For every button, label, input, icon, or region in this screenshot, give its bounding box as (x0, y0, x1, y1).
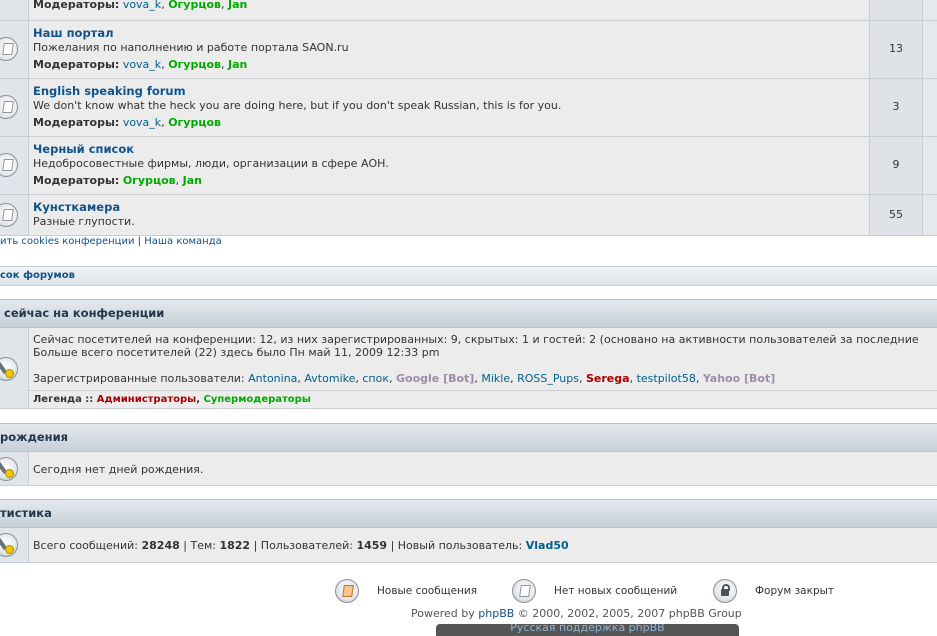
forum-row: Наш портал Пожелания по наполнению и раб… (0, 21, 937, 79)
statistics-icon (0, 533, 18, 557)
topic-count: 55 (889, 208, 903, 221)
board-links: ить cookies конференции | Наша команда (0, 236, 222, 247)
birthdays-panel: Сегодня нет дней рождения. (0, 452, 937, 486)
forum-locked-label: Форум закрыт (755, 585, 835, 597)
user-link[interactable]: Avtomike (304, 372, 355, 385)
newest-user-link[interactable]: Vlad50 (526, 539, 569, 552)
forum-row: Черный список Недобросовестные фирмы, лю… (0, 137, 937, 195)
forum-read-icon (0, 37, 18, 61)
moderator-link[interactable]: Jan (228, 0, 247, 11)
whos-online-icon (0, 357, 18, 381)
user-link[interactable]: спок (362, 372, 389, 385)
forum-list-bar: сок форумов (0, 266, 937, 286)
forum-description: Пожелания по наполнению и работе портала… (33, 41, 349, 54)
forum-moderators: Модераторы: vova_k, Огурцов (33, 116, 222, 129)
forum-moderators: Модераторы: vova_k, Огурцов, Jan (33, 58, 248, 71)
phpbb-link[interactable]: phpBB (478, 607, 514, 620)
forum-title-link[interactable]: Черный список (33, 142, 867, 156)
total-posts: 28248 (141, 539, 180, 552)
topic-count: 9 (892, 158, 900, 171)
forum-moderators: Модераторы: vova_k, Огурцов, Jan (33, 0, 248, 11)
online-legend: Легенда :: Администраторы, Супермодерато… (33, 394, 311, 405)
forum-title-link[interactable]: Наш портал (33, 26, 867, 40)
moderator-link[interactable]: Jan (183, 174, 202, 187)
forum-list-link[interactable]: сок форумов (0, 270, 75, 281)
user-link[interactable]: Serega (586, 372, 630, 385)
forum-description: We don't know what the heck you are doin… (33, 99, 562, 112)
topic-count: 3 (892, 100, 900, 113)
no-new-posts-label: Нет новых сообщений (554, 585, 678, 597)
moderator-link[interactable]: vova_k (123, 0, 161, 11)
forum-read-icon (0, 153, 18, 177)
user-link[interactable]: Google [Bot] (396, 372, 474, 385)
registered-users-line: Зарегистрированные пользователи: Antonin… (33, 372, 776, 385)
new-posts-label: Новые сообщения (377, 585, 478, 597)
moderator-link[interactable]: Огурцов (168, 116, 221, 129)
forum-title-link[interactable]: Кунсткамера (33, 200, 867, 214)
forum-description: Недобросовестные фирмы, люди, организаци… (33, 157, 389, 170)
topic-count: 13 (889, 42, 903, 55)
moderator-link[interactable]: Огурцов (168, 0, 221, 11)
total-users: 1459 (356, 539, 388, 552)
online-panel: Сейчас посетителей на конференции: 12, и… (0, 328, 937, 409)
user-link[interactable]: Yahoo [Bot] (703, 372, 775, 385)
moderator-link[interactable]: Огурцов (168, 58, 221, 71)
no-new-posts-icon (512, 579, 536, 603)
moderator-link[interactable]: Jan (228, 58, 247, 71)
user-link[interactable]: Antonina (248, 372, 297, 385)
forum-row: Модераторы: vova_k, Огурцов, Jan (0, 0, 937, 21)
user-link[interactable]: ROSS_Pups (517, 372, 579, 385)
our-team-link[interactable]: Наша команда (144, 236, 222, 247)
forum-locked-icon (713, 579, 737, 603)
stats-text: Всего сообщений: 28248 | Тем: 1822 | Пол… (33, 539, 569, 552)
forum-moderators: Модераторы: Огурцов, Jan (33, 174, 202, 187)
user-link[interactable]: testpilot58 (637, 372, 696, 385)
birthday-icon (0, 457, 18, 481)
forum-description: Разные глупости. (33, 215, 135, 228)
forum-row: Кунсткамера Разные глупости. 55 (0, 195, 937, 236)
new-posts-icon (335, 579, 359, 603)
russian-support-link[interactable]: Русская поддержка phpBB (436, 624, 739, 634)
moderator-link[interactable]: Огурцов (123, 174, 176, 187)
footer-legend: Новые сообщения Нет новых сообщений Фору… (0, 578, 937, 606)
online-stats-text: Сейчас посетителей на конференции: 12, и… (33, 333, 919, 359)
delete-cookies-link[interactable]: ить cookies конференции (0, 236, 134, 247)
stats-panel: Всего сообщений: 28248 | Тем: 1822 | Пол… (0, 528, 937, 563)
user-link[interactable]: Mikle (481, 372, 510, 385)
legend-admins: Администраторы (96, 394, 197, 405)
birthdays-text: Сегодня нет дней рождения. (33, 463, 204, 476)
moderator-link[interactable]: vova_k (123, 58, 161, 71)
legend-supermods: Супермодераторы (203, 394, 311, 405)
powered-by: Powered by phpBB © 2000, 2002, 2005, 200… (411, 607, 742, 620)
forum-icon-cell (0, 0, 29, 20)
forum-row: English speaking forum We don't know wha… (0, 79, 937, 137)
stats-heading: тистика (0, 499, 937, 528)
forum-read-icon (0, 95, 18, 119)
online-heading: сейчас на конференции (0, 299, 937, 328)
birthdays-heading: рождения (0, 423, 937, 452)
total-topics: 1822 (219, 539, 251, 552)
forum-title-link[interactable]: English speaking forum (33, 84, 867, 98)
moderator-link[interactable]: vova_k (123, 116, 161, 129)
forum-read-icon (0, 203, 18, 227)
russian-support-bar: Русская поддержка phpBB (436, 624, 739, 636)
